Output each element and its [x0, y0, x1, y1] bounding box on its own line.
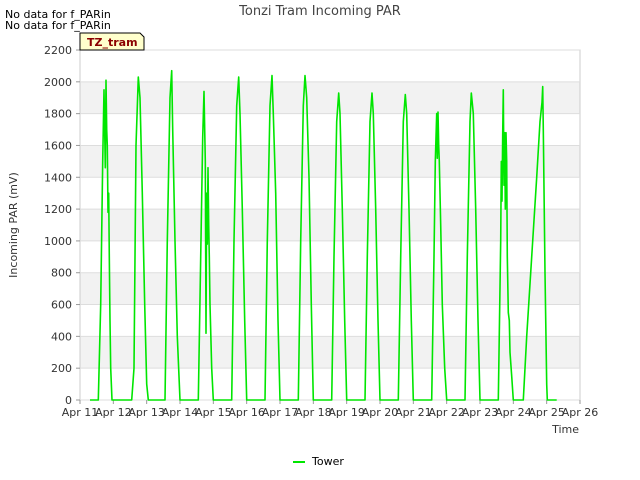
y-axis-label: Incoming PAR (mV): [7, 172, 20, 278]
x-tick-label: Apr 21: [395, 406, 432, 419]
y-tick-label: 1400: [44, 171, 72, 184]
grid-band: [80, 209, 580, 241]
plot-bands: [80, 50, 580, 400]
grid-band: [80, 81, 580, 114]
grid-band: [80, 50, 580, 82]
grid-band: [80, 368, 580, 400]
x-tick-label: Apr 15: [195, 406, 232, 419]
y-tick-label: 2000: [44, 76, 72, 89]
x-tick-label: Apr 18: [295, 406, 332, 419]
y-tick-label: 1600: [44, 139, 72, 152]
y-tick-label: 200: [51, 362, 72, 375]
y-tick-label: 1800: [44, 108, 72, 121]
grid-band: [80, 304, 580, 337]
x-tick-label: Apr 13: [128, 406, 165, 419]
chart-svg: 0200400600800100012001400160018002000220…: [7, 4, 599, 468]
tag-label: TZ_tram: [87, 36, 138, 49]
y-tick-label: 400: [51, 330, 72, 343]
x-tick-label: Apr 22: [428, 406, 465, 419]
y-tick-label: 1000: [44, 235, 72, 248]
y-tick-label: 2200: [44, 44, 72, 57]
grid-band: [80, 272, 580, 305]
x-axis-label: Time: [551, 423, 579, 436]
y-tick-label: 1200: [44, 203, 72, 216]
x-axis: Apr 11Apr 12Apr 13Apr 14Apr 15Apr 16Apr …: [62, 400, 599, 419]
x-tick-label: Apr 16: [228, 406, 265, 419]
x-tick-label: Apr 14: [162, 406, 199, 419]
grid-band: [80, 336, 580, 369]
legend-label-tower: Tower: [311, 455, 344, 468]
y-tick-label: 800: [51, 267, 72, 280]
grid-band: [80, 240, 580, 273]
chart-title: Tonzi Tram Incoming PAR: [238, 4, 401, 19]
x-tick-label: Apr 24: [495, 406, 532, 419]
x-tick-label: Apr 17: [262, 406, 299, 419]
y-tick-label: 600: [51, 299, 72, 312]
x-tick-label: Apr 12: [95, 406, 132, 419]
x-tick-label: Apr 23: [462, 406, 499, 419]
x-tick-label: Apr 11: [62, 406, 99, 419]
x-tick-label: Apr 26: [562, 406, 599, 419]
x-tick-label: Apr 25: [528, 406, 565, 419]
x-tick-label: Apr 19: [328, 406, 365, 419]
x-tick-label: Apr 20: [362, 406, 399, 419]
